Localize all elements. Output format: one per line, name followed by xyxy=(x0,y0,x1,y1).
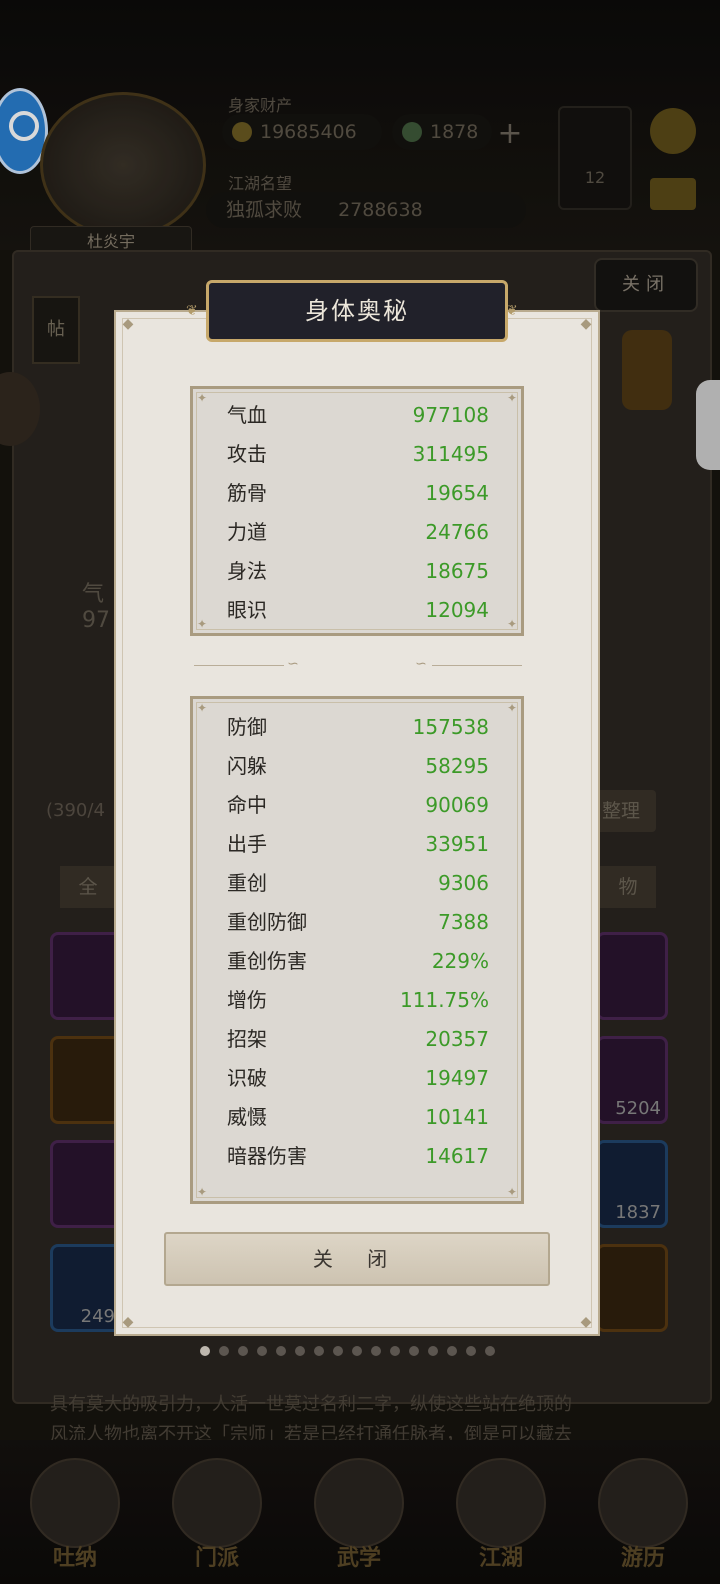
stat-row: 攻击 311495 xyxy=(227,435,489,474)
stat-value: 9306 xyxy=(438,871,489,895)
stat-row: 识破 19497 xyxy=(227,1059,489,1098)
stat-row: 出手 33951 xyxy=(227,825,489,864)
stat-value: 19654 xyxy=(425,481,489,505)
divider xyxy=(194,665,284,666)
secondary-stats-panel[interactable]: ✦ ✦ ✦ ✦ 防御 157538 闪躲 58295 命中 90069 出手 33951 重创 9… xyxy=(190,696,524,1204)
stat-value: 33951 xyxy=(425,832,489,856)
stat-row: 眼识 12094 xyxy=(227,591,489,630)
page-dot[interactable] xyxy=(257,1346,267,1356)
stat-name: 暗器伤害 xyxy=(227,1144,307,1168)
stat-row: 重创 9306 xyxy=(227,864,489,903)
stat-row: 增伤 111.75% xyxy=(227,981,489,1020)
page-dot[interactable] xyxy=(371,1346,381,1356)
stat-row: 闪躲 58295 xyxy=(227,747,489,786)
stat-name: 筋骨 xyxy=(227,481,267,505)
stat-value: 14617 xyxy=(425,1144,489,1168)
corner-ornament-icon: ✦ xyxy=(196,1185,208,1199)
divider-ornament-icon: ∽ xyxy=(287,656,299,672)
corner-ornament-icon: ✦ xyxy=(506,1185,518,1199)
corner-ornament-icon: ◆ xyxy=(580,1314,592,1330)
stat-name: 命中 xyxy=(227,793,267,817)
page-dot[interactable] xyxy=(200,1346,210,1356)
stat-value: 90069 xyxy=(425,793,489,817)
stat-value: 18675 xyxy=(425,559,489,583)
close-button[interactable]: 关 闭 xyxy=(164,1232,550,1286)
stat-value: 977108 xyxy=(412,403,489,427)
stat-name: 攻击 xyxy=(227,442,267,466)
title-ornament-icon: ❦ xyxy=(506,303,518,319)
stat-name: 增伤 xyxy=(227,988,267,1012)
stat-name: 招架 xyxy=(227,1027,267,1051)
stat-name: 重创防御 xyxy=(227,910,307,934)
page-dot[interactable] xyxy=(333,1346,343,1356)
stat-name: 重创伤害 xyxy=(227,949,307,973)
stat-row: 威慑 10141 xyxy=(227,1098,489,1137)
stat-name: 威慑 xyxy=(227,1105,267,1129)
stat-value: 58295 xyxy=(425,754,489,778)
stat-name: 气血 xyxy=(227,403,267,427)
page-dot[interactable] xyxy=(485,1346,495,1356)
stat-value: 19497 xyxy=(425,1066,489,1090)
stat-name: 闪躲 xyxy=(227,754,267,778)
stat-row: 招架 20357 xyxy=(227,1020,489,1059)
corner-ornament-icon: ◆ xyxy=(122,1314,134,1330)
stat-name: 破甲概率 xyxy=(227,1176,307,1185)
divider-ornament-icon: ∽ xyxy=(415,656,427,672)
stat-row: 命中 90069 xyxy=(227,786,489,825)
page-dot[interactable] xyxy=(466,1346,476,1356)
stat-row: 筋骨 19654 xyxy=(227,474,489,513)
stat-name: 身法 xyxy=(227,559,267,583)
page-dot[interactable] xyxy=(295,1346,305,1356)
stat-value: 20357 xyxy=(425,1027,489,1051)
divider xyxy=(432,665,522,666)
stat-row: 身法 18675 xyxy=(227,552,489,591)
page-dot[interactable] xyxy=(219,1346,229,1356)
stat-value: 10141 xyxy=(425,1105,489,1129)
page-dot[interactable] xyxy=(409,1346,419,1356)
corner-ornament-icon: ✦ xyxy=(196,391,208,405)
stat-row: 防御 157538 xyxy=(227,708,489,747)
stat-name: 识破 xyxy=(227,1066,267,1090)
secondary-stats-scroll[interactable]: 防御 157538 闪躲 58295 命中 90069 出手 33951 重创 9306 重创防御 7… xyxy=(193,707,521,1185)
stat-name: 重创 xyxy=(227,871,267,895)
corner-ornament-icon: ✦ xyxy=(196,701,208,715)
stat-value: 311495 xyxy=(412,442,489,466)
corner-ornament-icon: ◆ xyxy=(122,316,134,332)
stat-row: 重创伤害 229% xyxy=(227,942,489,981)
page-dot[interactable] xyxy=(390,1346,400,1356)
stat-name: 防御 xyxy=(227,715,267,739)
stat-value: 157538 xyxy=(412,715,489,739)
stat-value: 12094 xyxy=(425,598,489,622)
corner-ornament-icon: ✦ xyxy=(196,617,208,631)
primary-stats-panel: ✦ ✦ ✦ ✦ 气血 977108 攻击 311495 筋骨 19654 力道 24766 身法… xyxy=(190,386,524,636)
page-dot[interactable] xyxy=(314,1346,324,1356)
stat-value: 22.14% xyxy=(413,1176,489,1185)
stat-name: 出手 xyxy=(227,832,267,856)
dialog-title: 身体奥秘 xyxy=(206,280,508,342)
stat-value: 111.75% xyxy=(400,988,489,1012)
stat-row: 气血 977108 xyxy=(227,396,489,435)
stat-row: 暗器伤害 14617 xyxy=(227,1137,489,1176)
page-dot[interactable] xyxy=(428,1346,438,1356)
corner-ornament-icon: ◆ xyxy=(580,316,592,332)
stat-value: 24766 xyxy=(425,520,489,544)
page-dot[interactable] xyxy=(447,1346,457,1356)
corner-ornament-icon: ✦ xyxy=(506,391,518,405)
page-dot[interactable] xyxy=(352,1346,362,1356)
page-dot[interactable] xyxy=(276,1346,286,1356)
stat-value: 229% xyxy=(431,949,489,973)
stat-row: 力道 24766 xyxy=(227,513,489,552)
corner-ornament-icon: ✦ xyxy=(506,617,518,631)
stat-name: 力道 xyxy=(227,520,267,544)
corner-ornament-icon: ✦ xyxy=(506,701,518,715)
page-dot[interactable] xyxy=(238,1346,248,1356)
stat-value: 7388 xyxy=(438,910,489,934)
stat-row: 破甲概率 22.14% xyxy=(227,1176,489,1185)
stat-row: 重创防御 7388 xyxy=(227,903,489,942)
stat-name: 眼识 xyxy=(227,598,267,622)
